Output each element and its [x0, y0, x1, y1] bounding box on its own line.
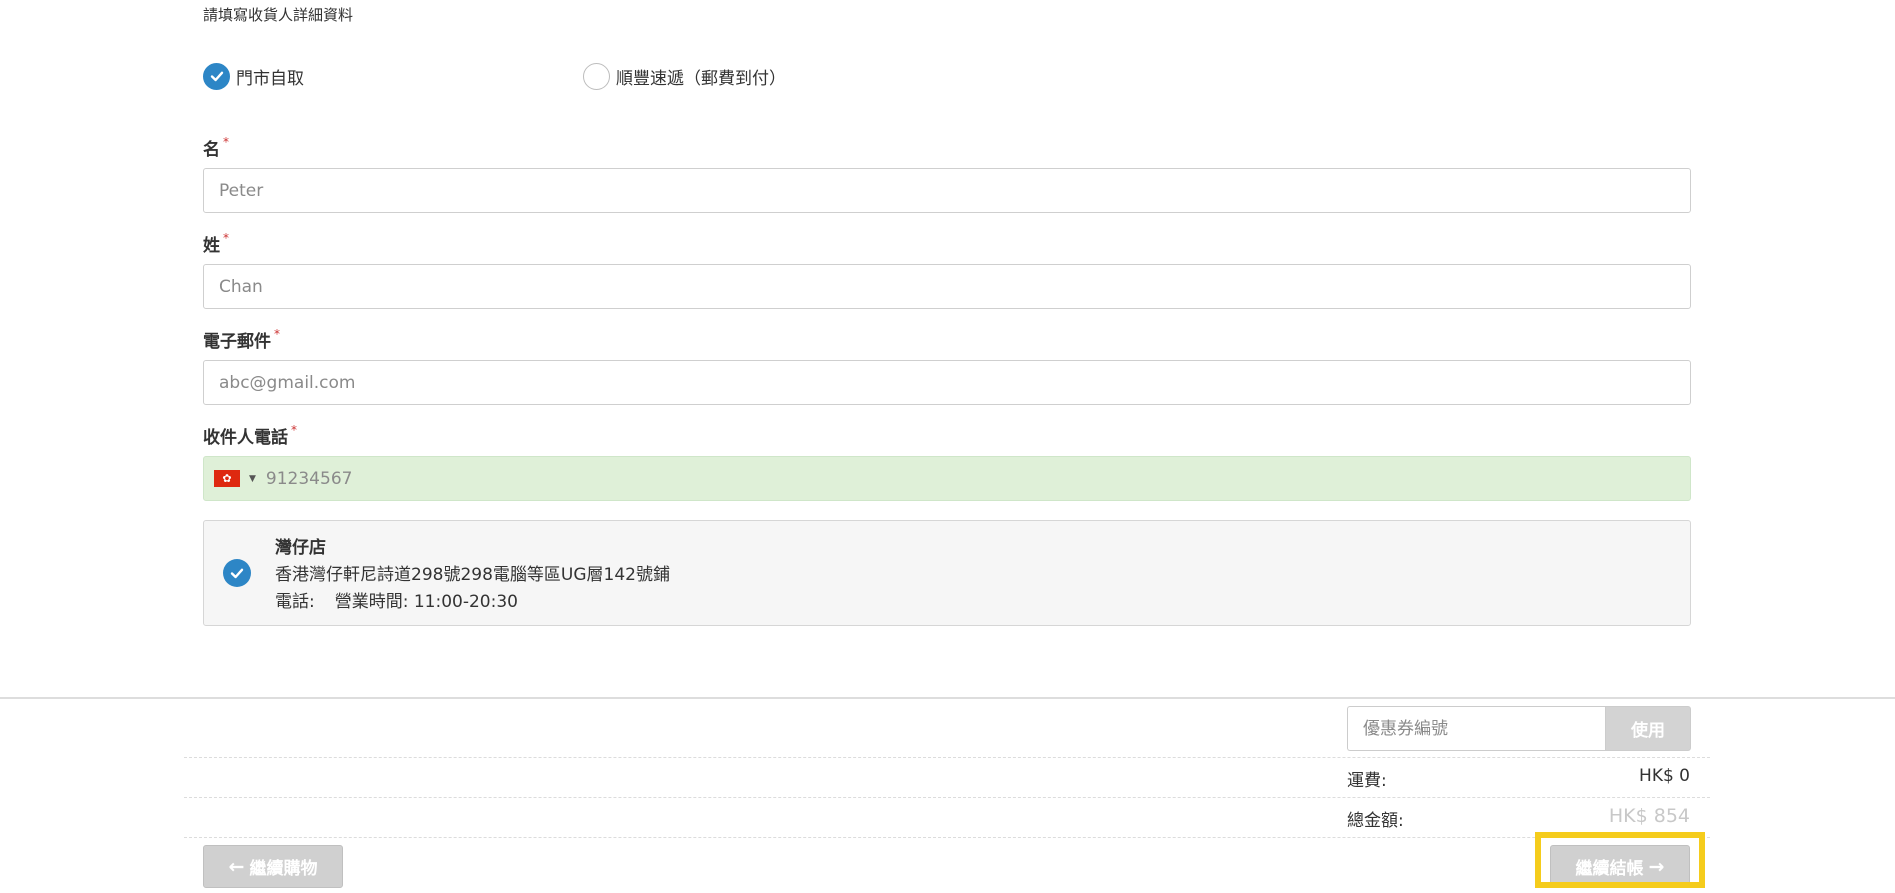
email-label-text: 電子郵件: [203, 332, 271, 352]
highlight-box: [1535, 832, 1705, 888]
total-value: HK$ 854: [1608, 805, 1690, 827]
last-name-input[interactable]: [203, 264, 1691, 309]
store-hours: 營業時間: 11:00-20:30: [334, 592, 518, 612]
store-phone-label: 電話:: [275, 592, 315, 612]
store-contact: 電話: 營業時間: 11:00-20:30: [275, 589, 670, 616]
last-name-label-text: 姓: [203, 236, 220, 256]
dashed-divider: [184, 797, 1710, 798]
store-name: 灣仔店: [275, 538, 326, 558]
total-label: 總金額:: [1347, 811, 1404, 831]
hong-kong-flag-icon: ✿: [214, 470, 240, 487]
last-name-label: 姓 *: [203, 231, 229, 256]
section-divider: [0, 697, 1895, 699]
phone-label-text: 收件人電話: [203, 428, 288, 448]
shipping-value: HK$ 0: [1639, 766, 1690, 786]
continue-shopping-label: 繼續購物: [249, 859, 318, 879]
store-option-wan-chai[interactable]: 灣仔店 香港灣仔軒尼詩道298號298電腦等區UG層142號鋪 電話: 營業時間:…: [203, 520, 1691, 626]
required-mark: *: [291, 423, 297, 437]
radio-label-store-pickup: 門市自取: [236, 68, 304, 89]
required-mark: *: [274, 327, 280, 341]
shipping-label: 運費:: [1347, 771, 1387, 791]
first-name-input[interactable]: [203, 168, 1691, 213]
arrow-left-icon: ←: [228, 855, 245, 878]
required-mark: *: [223, 135, 229, 149]
caret-down-icon: ▼: [249, 473, 256, 484]
check-circle-icon: [203, 62, 230, 90]
dashed-divider: [184, 757, 1710, 758]
form-intro: 請填寫收貨人詳細資料: [203, 6, 354, 24]
country-code-dropdown[interactable]: ✿ ▼: [204, 457, 264, 500]
coupon-code-input[interactable]: [1347, 706, 1605, 751]
radio-store-pickup[interactable]: 門市自取: [203, 62, 304, 90]
first-name-label: 名 *: [203, 135, 229, 160]
dashed-divider: [184, 837, 1710, 838]
radio-label-sf-express: 順豐速遞（郵費到付）: [616, 68, 786, 89]
radio-sf-express[interactable]: 順豐速遞（郵費到付）: [583, 62, 786, 90]
store-address: 香港灣仔軒尼詩道298號298電腦等區UG層142號鋪: [275, 565, 670, 585]
email-input[interactable]: [203, 360, 1691, 405]
phone-input[interactable]: [263, 457, 1690, 500]
first-name-label-text: 名: [203, 140, 220, 160]
phone-field: ✿ ▼: [203, 456, 1691, 501]
required-mark: *: [223, 231, 229, 245]
phone-label: 收件人電話 *: [203, 423, 297, 448]
email-label: 電子郵件 *: [203, 327, 280, 352]
check-circle-icon: [223, 559, 251, 587]
apply-coupon-button[interactable]: 使用: [1605, 706, 1691, 751]
continue-shopping-button[interactable]: ← 繼續購物: [203, 845, 343, 888]
store-details: 灣仔店 香港灣仔軒尼詩道298號298電腦等區UG層142號鋪 電話: 營業時間:…: [275, 535, 670, 616]
radio-empty-icon: [583, 62, 610, 90]
